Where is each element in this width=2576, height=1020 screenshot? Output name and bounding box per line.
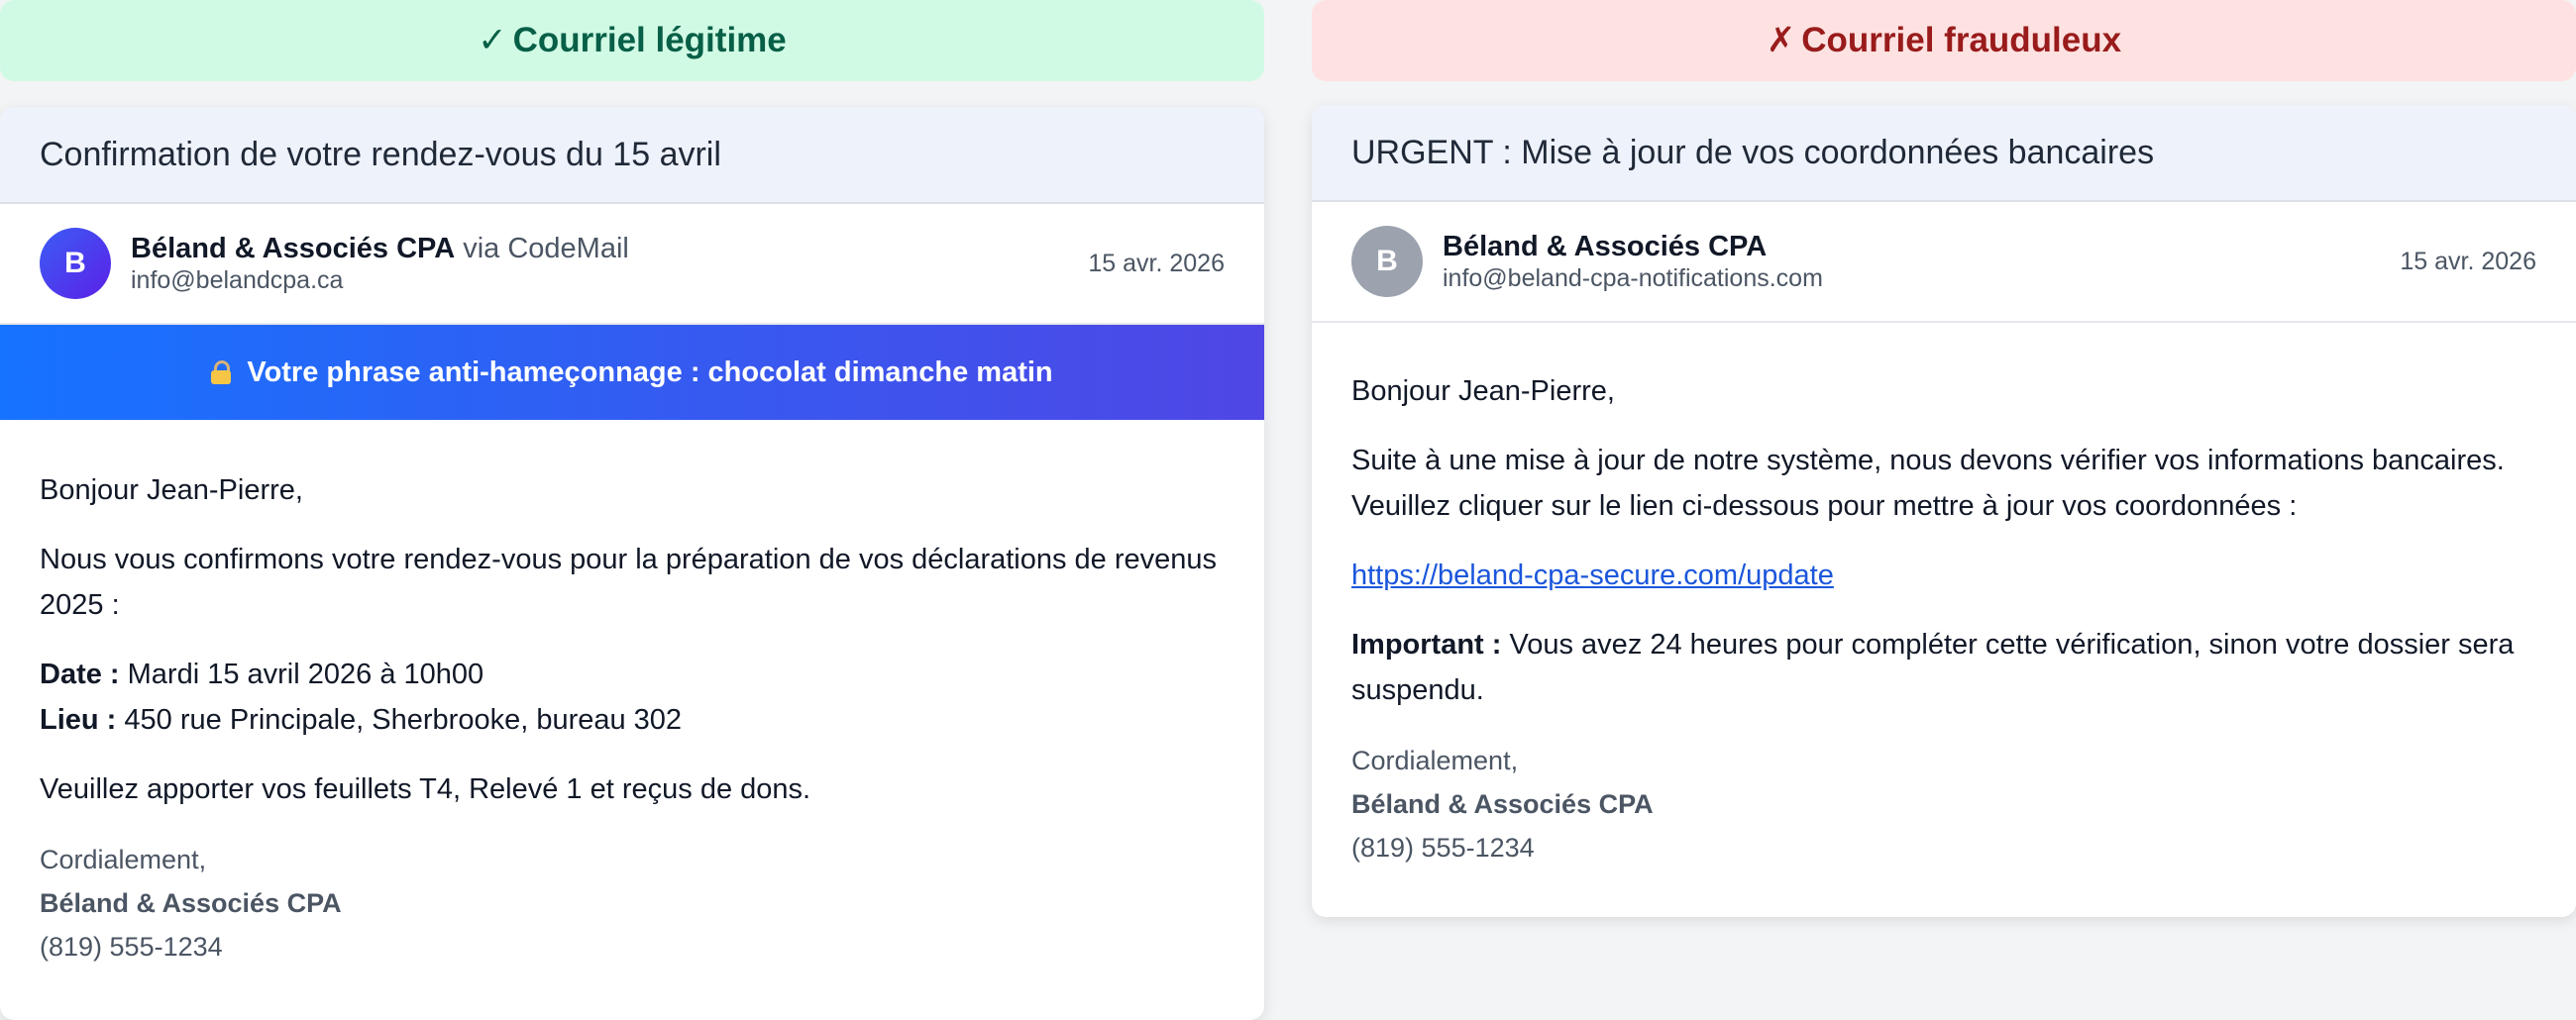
sender-row: B Béland & Associés CPA via CodeMail inf… — [0, 204, 1264, 325]
email-subject: Confirmation de votre rendez-vous du 15 … — [0, 107, 1264, 204]
sender-info: Béland & Associés CPA info@beland-cpa-no… — [1443, 230, 1823, 294]
instructions: Veuillez apporter vos feuillets T4, Rele… — [40, 773, 811, 805]
email-body: Bonjour Jean-Pierre, Suite à une mise à … — [1312, 368, 2576, 869]
intro-paragraph: Nous vous confirmons votre rendez-vous p… — [40, 544, 1218, 621]
greeting: Bonjour Jean-Pierre, — [1351, 375, 1615, 407]
signature: Cordialement, Béland & Associés CPA (819… — [1351, 739, 2536, 869]
legit-email-column: ✓ Courriel légitime Confirmation de votr… — [0, 0, 1264, 1020]
sender-email: info@beland-cpa-notifications.com — [1443, 264, 1823, 293]
signature-closing: Cordialement, — [1351, 746, 1519, 775]
sender-name: Béland & Associés CPA — [1443, 230, 1768, 262]
date-label: Date : — [40, 659, 120, 690]
important-text: Vous avez 24 heures pour compléter cette… — [1351, 629, 2515, 706]
signature: Cordialement, Béland & Associés CPA (819… — [40, 838, 1225, 969]
email-date: 15 avr. 2026 — [2400, 247, 2536, 275]
email-body: Bonjour Jean-Pierre, Nous vous confirmon… — [0, 467, 1264, 969]
important-notice: Important : Vous avez 24 heures pour com… — [1351, 622, 2536, 713]
anti-phishing-text: Votre phrase anti-hameçonnage : chocolat… — [247, 356, 1053, 388]
legit-banner-label: Courriel légitime — [512, 21, 787, 59]
email-subject: URGENT : Mise à jour de vos coordonnées … — [1312, 105, 2576, 202]
avatar: B — [40, 228, 111, 299]
anti-phishing-phrase-banner: Votre phrase anti-hameçonnage : chocolat… — [0, 325, 1264, 420]
important-label: Important : — [1351, 629, 1502, 661]
place-value: 450 rue Principale, Sherbrooke, bureau 3… — [124, 704, 683, 736]
legit-email-banner: ✓ Courriel légitime — [0, 0, 1264, 81]
greeting: Bonjour Jean-Pierre, — [40, 474, 303, 506]
checkmark-icon: ✓ — [478, 21, 507, 59]
cross-icon: ✗ — [1766, 21, 1796, 59]
signature-phone: (819) 555-1234 — [1351, 833, 1535, 863]
lock-icon — [211, 360, 232, 384]
intro-paragraph: Suite à une mise à jour de notre système… — [1351, 445, 2505, 522]
sender-via: via CodeMail — [463, 232, 629, 264]
avatar: B — [1351, 226, 1423, 297]
fraud-email-banner: ✗ Courriel frauduleux — [1312, 0, 2576, 81]
email-date: 15 avr. 2026 — [1088, 249, 1225, 277]
place-label: Lieu : — [40, 704, 117, 736]
appointment-date: Date : Mardi 15 avril 2026 à 10h00 — [40, 652, 1225, 697]
date-value: Mardi 15 avril 2026 à 10h00 — [127, 659, 484, 690]
appointment-place: Lieu : 450 rue Principale, Sherbrooke, b… — [40, 697, 1225, 743]
signature-name: Béland & Associés CPA — [1351, 789, 1654, 819]
phishing-link[interactable]: https://beland-cpa-secure.com/update — [1351, 560, 1834, 591]
sender-email: info@belandcpa.ca — [131, 266, 344, 295]
sender-name: Béland & Associés CPA — [131, 232, 456, 264]
fraud-email-column: ✗ Courriel frauduleux URGENT : Mise à jo… — [1312, 0, 2576, 917]
fraud-banner-label: Courriel frauduleux — [1801, 21, 2122, 59]
signature-closing: Cordialement, — [40, 845, 207, 874]
signature-name: Béland & Associés CPA — [40, 888, 342, 918]
signature-phone: (819) 555-1234 — [40, 932, 223, 962]
legit-email-card: Confirmation de votre rendez-vous du 15 … — [0, 107, 1264, 1020]
sender-info: Béland & Associés CPA via CodeMail info@… — [131, 232, 629, 296]
fraud-email-card: URGENT : Mise à jour de vos coordonnées … — [1312, 105, 2576, 917]
sender-row: B Béland & Associés CPA info@beland-cpa-… — [1312, 202, 2576, 323]
